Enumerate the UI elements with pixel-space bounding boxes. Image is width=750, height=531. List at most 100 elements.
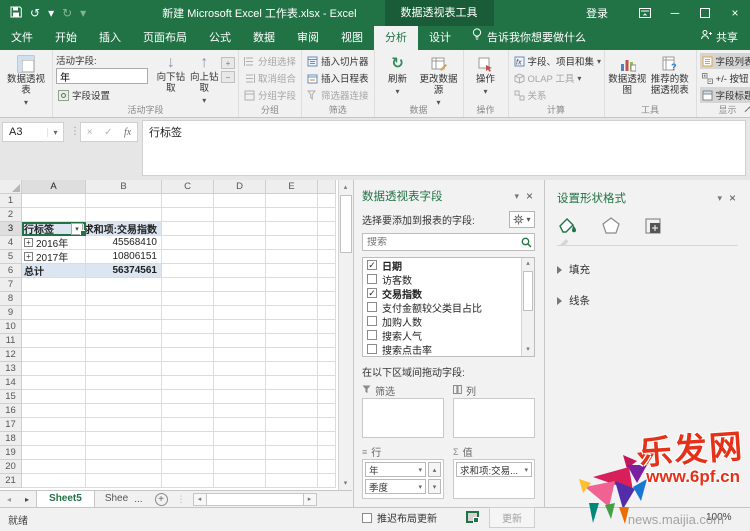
cell-C11[interactable] bbox=[162, 334, 214, 348]
active-field-input[interactable] bbox=[56, 68, 148, 84]
cell-B4[interactable]: 45568410 bbox=[86, 236, 162, 250]
cell-F19[interactable] bbox=[318, 446, 336, 460]
field-checkbox[interactable]: ✓ bbox=[367, 288, 377, 298]
cell-B14[interactable] bbox=[86, 376, 162, 390]
cell-F14[interactable] bbox=[318, 376, 336, 390]
cell-E19[interactable] bbox=[266, 446, 318, 460]
row-header-1[interactable]: 1 bbox=[0, 194, 22, 208]
cell-E6[interactable] bbox=[266, 264, 318, 278]
cell-C1[interactable] bbox=[162, 194, 214, 208]
cell-C15[interactable] bbox=[162, 390, 214, 404]
cell-A9[interactable] bbox=[22, 306, 86, 320]
cell-A21[interactable] bbox=[22, 474, 86, 488]
cell-F20[interactable] bbox=[318, 460, 336, 474]
undo-dropdown-icon[interactable]: ▾ bbox=[48, 7, 54, 19]
cell-F16[interactable] bbox=[318, 404, 336, 418]
column-header-partial[interactable] bbox=[318, 180, 336, 194]
column-header-E[interactable]: E bbox=[266, 180, 318, 194]
field-list-toggle[interactable]: 字段列表 bbox=[700, 53, 750, 69]
cell-F12[interactable] bbox=[318, 348, 336, 362]
columns-area-box[interactable] bbox=[453, 398, 535, 438]
tab-插入[interactable]: 插入 bbox=[88, 26, 132, 50]
cell-D10[interactable] bbox=[214, 320, 266, 334]
cell-E11[interactable] bbox=[266, 334, 318, 348]
reorder-up-icon[interactable]: ▴ bbox=[428, 462, 441, 477]
row-header-19[interactable]: 19 bbox=[0, 446, 22, 460]
cell-F8[interactable] bbox=[318, 292, 336, 306]
cell-A10[interactable] bbox=[22, 320, 86, 334]
cell-A16[interactable] bbox=[22, 404, 86, 418]
cell-E18[interactable] bbox=[266, 432, 318, 446]
field-checkbox[interactable] bbox=[367, 274, 377, 284]
cell-F7[interactable] bbox=[318, 278, 336, 292]
cell-B20[interactable] bbox=[86, 460, 162, 474]
cell-F9[interactable] bbox=[318, 306, 336, 320]
horizontal-scroll-thumb[interactable] bbox=[207, 493, 303, 506]
chevron-down-icon[interactable]: ▾ bbox=[47, 128, 63, 137]
filters-area-box[interactable] bbox=[362, 398, 444, 438]
tab-开始[interactable]: 开始 bbox=[44, 26, 88, 50]
expand-icon[interactable]: + bbox=[24, 252, 33, 261]
recommended-pivottables-button[interactable]: ? 推荐的数据透视表 bbox=[647, 53, 692, 97]
cell-E3[interactable] bbox=[266, 222, 318, 236]
field-item-搜索人气[interactable]: 搜索人气 bbox=[363, 328, 534, 342]
row-header-14[interactable]: 14 bbox=[0, 376, 22, 390]
cell-C13[interactable] bbox=[162, 362, 214, 376]
minimize-button[interactable]: ─ bbox=[660, 0, 690, 26]
field-item-搜索点击率[interactable]: 搜索点击率 bbox=[363, 342, 534, 356]
cell-C8[interactable] bbox=[162, 292, 214, 306]
row-header-15[interactable]: 15 bbox=[0, 390, 22, 404]
cell-D16[interactable] bbox=[214, 404, 266, 418]
row-header-2[interactable]: 2 bbox=[0, 208, 22, 222]
area-field-pill-求和项:交易...[interactable]: 求和项:交易...▾ bbox=[456, 462, 532, 477]
area-field-pill-季度[interactable]: 季度▾ bbox=[365, 479, 426, 494]
field-settings-button[interactable]: 字段设置 bbox=[56, 87, 154, 103]
tab-页面布局[interactable]: 页面布局 bbox=[132, 26, 198, 50]
collapse-ribbon-icon[interactable] bbox=[745, 106, 750, 114]
cell-F11[interactable] bbox=[318, 334, 336, 348]
refresh-button[interactable]: ↻ 刷新 ▾ bbox=[378, 53, 418, 96]
scroll-up-icon[interactable]: ▴ bbox=[339, 180, 352, 194]
cell-D19[interactable] bbox=[214, 446, 266, 460]
cell-C6[interactable] bbox=[162, 264, 214, 278]
row-header-17[interactable]: 17 bbox=[0, 418, 22, 432]
cell-A19[interactable] bbox=[22, 446, 86, 460]
row-header-5[interactable]: 5 bbox=[0, 250, 22, 264]
insert-timeline-button[interactable]: 插入日程表 bbox=[305, 70, 371, 86]
rows-area-box[interactable]: 年▾▴季度▾▾ bbox=[362, 459, 444, 499]
reorder-down-icon[interactable]: ▾ bbox=[428, 479, 441, 494]
row-header-9[interactable]: 9 bbox=[0, 306, 22, 320]
fill-section-header[interactable]: 填充 bbox=[557, 262, 738, 277]
cell-C5[interactable] bbox=[162, 250, 214, 264]
cell-B6[interactable]: 56374561 bbox=[86, 264, 162, 278]
cell-C18[interactable] bbox=[162, 432, 214, 446]
vertical-scroll-thumb[interactable] bbox=[340, 195, 352, 253]
horizontal-scrollbar[interactable]: ◂ ▸ bbox=[193, 493, 317, 506]
pivotchart-button[interactable]: 数据透视图 bbox=[608, 53, 648, 97]
cell-F21[interactable] bbox=[318, 474, 336, 488]
cell-A2[interactable] bbox=[22, 208, 86, 222]
cell-A20[interactable] bbox=[22, 460, 86, 474]
cell-E20[interactable] bbox=[266, 460, 318, 474]
pane-options-icon[interactable]: ▾ bbox=[712, 193, 727, 204]
cell-A5[interactable]: +2017年 bbox=[22, 250, 86, 264]
drill-down-button[interactable]: ↓ 向下钻取 bbox=[154, 53, 187, 95]
scroll-down-icon[interactable]: ▾ bbox=[339, 476, 352, 490]
pane-close-icon[interactable]: × bbox=[727, 191, 738, 205]
cell-F5[interactable] bbox=[318, 250, 336, 264]
plus-minus-buttons-toggle[interactable]: +/- 按钮 bbox=[700, 70, 750, 86]
cell-F18[interactable] bbox=[318, 432, 336, 446]
cell-D3[interactable] bbox=[214, 222, 266, 236]
enter-icon[interactable]: ✓ bbox=[104, 127, 112, 138]
cell-E17[interactable] bbox=[266, 418, 318, 432]
sheet-tab-active[interactable]: Sheet5 bbox=[36, 491, 95, 508]
cell-E21[interactable] bbox=[266, 474, 318, 488]
field-item-加购人数[interactable]: 加购人数 bbox=[363, 314, 534, 328]
cell-D20[interactable] bbox=[214, 460, 266, 474]
cell-E9[interactable] bbox=[266, 306, 318, 320]
cell-C12[interactable] bbox=[162, 348, 214, 362]
column-header-B[interactable]: B bbox=[86, 180, 162, 194]
cell-D5[interactable] bbox=[214, 250, 266, 264]
cell-C7[interactable] bbox=[162, 278, 214, 292]
cell-F10[interactable] bbox=[318, 320, 336, 334]
